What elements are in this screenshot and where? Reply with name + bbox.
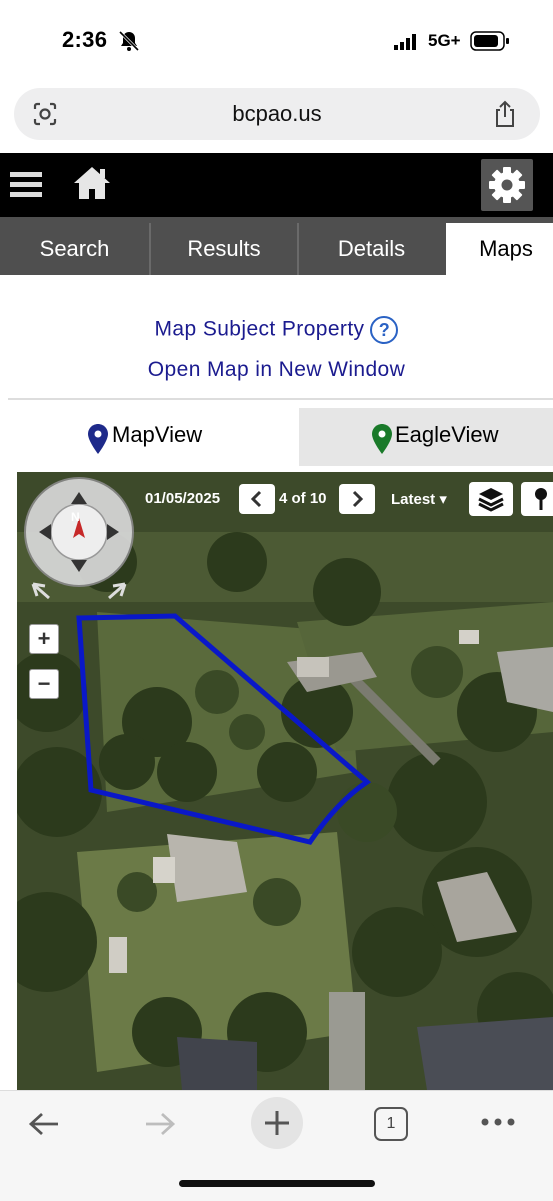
divider: [8, 398, 553, 400]
pin-icon: [88, 424, 108, 454]
zoom-out-button[interactable]: −: [29, 669, 59, 699]
lens-icon[interactable]: [32, 101, 58, 127]
forward-arrow-icon[interactable]: [142, 1109, 178, 1139]
settings-button[interactable]: [481, 159, 533, 211]
menu-icon[interactable]: [10, 170, 42, 200]
chevron-left-icon: [250, 490, 262, 508]
address-bar[interactable]: bcpao.us: [14, 88, 540, 140]
bell-slash-icon: [118, 30, 140, 52]
map-subject-link[interactable]: Map Subject Property: [155, 318, 365, 341]
back-arrow-icon[interactable]: [26, 1109, 62, 1139]
tab-maps[interactable]: Maps: [446, 223, 553, 275]
imagery-date: 01/05/2025: [145, 490, 221, 507]
tab-mapview[interactable]: MapView: [8, 408, 299, 466]
tab-eagleview[interactable]: EagleView: [299, 408, 553, 466]
image-pager: 4 of 10: [279, 490, 327, 507]
latest-dropdown[interactable]: Latest ▾: [391, 490, 447, 508]
more-icon[interactable]: [480, 1117, 516, 1127]
pin-icon: [535, 488, 547, 510]
plus-icon: [265, 1111, 289, 1135]
tab-eagleview-label: EagleView: [395, 422, 499, 447]
marker-button[interactable]: [521, 482, 553, 516]
map-subject-row: Map Subject Property?: [0, 316, 553, 344]
open-map-new-window-link[interactable]: Open Map in New Window: [0, 358, 553, 382]
tab-search[interactable]: Search: [0, 223, 151, 275]
site-header: [0, 153, 553, 217]
compass-control[interactable]: [23, 476, 135, 600]
tab-details[interactable]: Details: [299, 223, 444, 275]
layers-icon: [478, 488, 504, 512]
share-icon[interactable]: [492, 100, 518, 128]
status-time: 2:36: [62, 27, 108, 52]
aerial-map[interactable]: N + − 01/05/2025 4 of 10 Latest ▾: [17, 472, 553, 1090]
pin-icon: [372, 424, 392, 454]
battery-icon: [470, 31, 509, 51]
network-type: 5G+: [428, 31, 461, 50]
zoom-in-button[interactable]: +: [29, 624, 59, 654]
next-image-button[interactable]: [339, 484, 375, 514]
compass-north-label: N: [71, 510, 80, 524]
layers-button[interactable]: [469, 482, 513, 516]
new-tab-button[interactable]: [251, 1097, 303, 1149]
tab-results[interactable]: Results: [151, 223, 299, 275]
signal-icon: [394, 34, 416, 50]
url-text[interactable]: bcpao.us: [14, 88, 540, 140]
home-icon[interactable]: [72, 165, 112, 201]
main-tabs: Search Results Details Maps: [0, 217, 553, 275]
plus-icon: +: [37, 626, 51, 651]
tab-count-button[interactable]: 1: [374, 1107, 408, 1141]
previous-image-button[interactable]: [239, 484, 275, 514]
home-indicator: [179, 1180, 375, 1187]
help-icon[interactable]: ?: [370, 316, 399, 344]
tab-mapview-label: MapView: [112, 422, 203, 447]
status-bar: 2:36 5G+: [0, 0, 553, 80]
minus-icon: −: [37, 671, 51, 696]
gear-icon: [489, 167, 525, 203]
chevron-right-icon: [352, 490, 364, 508]
